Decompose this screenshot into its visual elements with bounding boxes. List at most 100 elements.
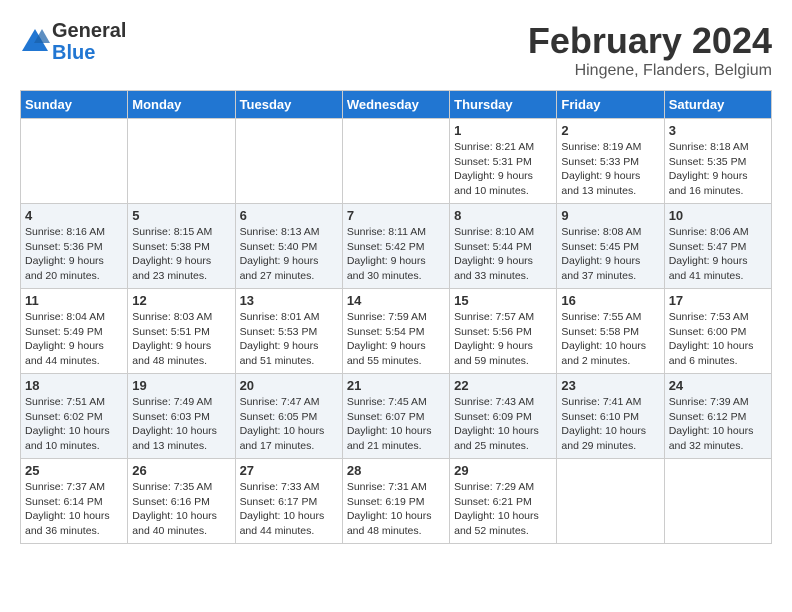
calendar-cell: 20 Sunrise: 7:47 AM Sunset: 6:05 PM Dayli… [235,374,342,459]
day-number: 20 [240,378,338,393]
title-area: February 2024 Hingene, Flanders, Belgium [528,20,772,80]
day-number: 16 [561,293,659,308]
month-title: February 2024 [528,20,772,62]
calendar-cell: 14 Sunrise: 7:59 AM Sunset: 5:54 PM Dayli… [342,289,449,374]
calendar-cell: 10 Sunrise: 8:06 AM Sunset: 5:47 PM Dayli… [664,204,771,289]
calendar-week-row: 11 Sunrise: 8:04 AM Sunset: 5:49 PM Dayli… [21,289,772,374]
calendar-cell: 16 Sunrise: 7:55 AM Sunset: 5:58 PM Dayli… [557,289,664,374]
calendar-week-row: 18Sunrise: 7:51 AM Sunset: 6:02 PM Dayli… [21,374,772,459]
day-number: 24 [669,378,767,393]
day-detail: Sunrise: 8:03 AM Sunset: 5:51 PM Dayligh… [132,310,230,369]
day-number: 18 [25,378,123,393]
calendar-cell [235,119,342,204]
day-number: 26 [132,463,230,478]
calendar-cell: 11 Sunrise: 8:04 AM Sunset: 5:49 PM Dayli… [21,289,128,374]
day-number: 13 [240,293,338,308]
column-header-thursday: Thursday [450,91,557,119]
day-detail: Sunrise: 8:16 AM Sunset: 5:36 PM Dayligh… [25,225,123,284]
day-number: 15 [454,293,552,308]
calendar-week-row: 25Sunrise: 7:37 AM Sunset: 6:14 PM Dayli… [21,459,772,544]
calendar-cell: 13 Sunrise: 8:01 AM Sunset: 5:53 PM Dayli… [235,289,342,374]
day-number: 23 [561,378,659,393]
calendar-cell: 18Sunrise: 7:51 AM Sunset: 6:02 PM Dayli… [21,374,128,459]
day-number: 7 [347,208,445,223]
column-header-wednesday: Wednesday [342,91,449,119]
day-detail: Sunrise: 7:57 AM Sunset: 5:56 PM Dayligh… [454,310,552,369]
calendar-cell: 22Sunrise: 7:43 AM Sunset: 6:09 PM Dayli… [450,374,557,459]
calendar-cell [21,119,128,204]
day-detail: Sunrise: 8:19 AM Sunset: 5:33 PM Dayligh… [561,140,659,199]
day-detail: Sunrise: 8:21 AM Sunset: 5:31 PM Dayligh… [454,140,552,199]
day-number: 5 [132,208,230,223]
calendar-header-row: SundayMondayTuesdayWednesdayThursdayFrid… [21,91,772,119]
day-detail: Sunrise: 7:39 AM Sunset: 6:12 PM Dayligh… [669,395,767,454]
calendar-cell: 23 Sunrise: 7:41 AM Sunset: 6:10 PM Dayli… [557,374,664,459]
logo: General Blue [20,20,126,64]
calendar-cell: 27 Sunrise: 7:33 AM Sunset: 6:17 PM Dayli… [235,459,342,544]
calendar-cell: 26 Sunrise: 7:35 AM Sunset: 6:16 PM Dayli… [128,459,235,544]
calendar-cell [342,119,449,204]
day-number: 6 [240,208,338,223]
calendar-cell [557,459,664,544]
calendar-cell: 3Sunrise: 8:18 AM Sunset: 5:35 PM Daylig… [664,119,771,204]
calendar-cell: 6 Sunrise: 8:13 AM Sunset: 5:40 PM Daylig… [235,204,342,289]
calendar-cell: 28 Sunrise: 7:31 AM Sunset: 6:19 PM Dayli… [342,459,449,544]
day-detail: Sunrise: 7:59 AM Sunset: 5:54 PM Dayligh… [347,310,445,369]
day-number: 10 [669,208,767,223]
day-detail: Sunrise: 7:35 AM Sunset: 6:16 PM Dayligh… [132,480,230,539]
day-detail: Sunrise: 8:06 AM Sunset: 5:47 PM Dayligh… [669,225,767,284]
calendar-cell: 29 Sunrise: 7:29 AM Sunset: 6:21 PM Dayli… [450,459,557,544]
day-number: 19 [132,378,230,393]
calendar-cell: 1 Sunrise: 8:21 AM Sunset: 5:31 PM Daylig… [450,119,557,204]
day-detail: Sunrise: 8:13 AM Sunset: 5:40 PM Dayligh… [240,225,338,284]
day-number: 1 [454,123,552,138]
day-detail: Sunrise: 8:10 AM Sunset: 5:44 PM Dayligh… [454,225,552,284]
day-number: 22 [454,378,552,393]
logo-icon [20,27,50,57]
day-number: 11 [25,293,123,308]
day-number: 12 [132,293,230,308]
logo-general-text: General [52,20,126,42]
calendar-week-row: 4 Sunrise: 8:16 AM Sunset: 5:36 PM Daylig… [21,204,772,289]
calendar-cell: 25Sunrise: 7:37 AM Sunset: 6:14 PM Dayli… [21,459,128,544]
day-number: 27 [240,463,338,478]
day-detail: Sunrise: 8:01 AM Sunset: 5:53 PM Dayligh… [240,310,338,369]
day-detail: Sunrise: 7:47 AM Sunset: 6:05 PM Dayligh… [240,395,338,454]
day-number: 28 [347,463,445,478]
day-detail: Sunrise: 8:15 AM Sunset: 5:38 PM Dayligh… [132,225,230,284]
day-number: 21 [347,378,445,393]
day-detail: Sunrise: 8:11 AM Sunset: 5:42 PM Dayligh… [347,225,445,284]
day-detail: Sunrise: 7:41 AM Sunset: 6:10 PM Dayligh… [561,395,659,454]
day-detail: Sunrise: 7:55 AM Sunset: 5:58 PM Dayligh… [561,310,659,369]
page-header: General Blue February 2024 Hingene, Flan… [20,20,772,80]
calendar-cell: 17Sunrise: 7:53 AM Sunset: 6:00 PM Dayli… [664,289,771,374]
day-number: 29 [454,463,552,478]
day-number: 14 [347,293,445,308]
calendar-cell: 15 Sunrise: 7:57 AM Sunset: 5:56 PM Dayli… [450,289,557,374]
day-number: 4 [25,208,123,223]
calendar-cell: 8Sunrise: 8:10 AM Sunset: 5:44 PM Daylig… [450,204,557,289]
day-number: 17 [669,293,767,308]
column-header-sunday: Sunday [21,91,128,119]
calendar-cell: 4 Sunrise: 8:16 AM Sunset: 5:36 PM Daylig… [21,204,128,289]
day-detail: Sunrise: 7:33 AM Sunset: 6:17 PM Dayligh… [240,480,338,539]
day-number: 9 [561,208,659,223]
calendar-cell: 5 Sunrise: 8:15 AM Sunset: 5:38 PM Daylig… [128,204,235,289]
calendar-cell: 21 Sunrise: 7:45 AM Sunset: 6:07 PM Dayli… [342,374,449,459]
day-detail: Sunrise: 8:18 AM Sunset: 5:35 PM Dayligh… [669,140,767,199]
calendar-cell [128,119,235,204]
column-header-saturday: Saturday [664,91,771,119]
calendar-cell: 19 Sunrise: 7:49 AM Sunset: 6:03 PM Dayli… [128,374,235,459]
day-detail: Sunrise: 8:08 AM Sunset: 5:45 PM Dayligh… [561,225,659,284]
calendar-cell: 9 Sunrise: 8:08 AM Sunset: 5:45 PM Daylig… [557,204,664,289]
calendar-cell: 2Sunrise: 8:19 AM Sunset: 5:33 PM Daylig… [557,119,664,204]
day-detail: Sunrise: 7:31 AM Sunset: 6:19 PM Dayligh… [347,480,445,539]
day-detail: Sunrise: 7:45 AM Sunset: 6:07 PM Dayligh… [347,395,445,454]
calendar-cell: 24 Sunrise: 7:39 AM Sunset: 6:12 PM Dayli… [664,374,771,459]
day-detail: Sunrise: 8:04 AM Sunset: 5:49 PM Dayligh… [25,310,123,369]
day-detail: Sunrise: 7:49 AM Sunset: 6:03 PM Dayligh… [132,395,230,454]
calendar-cell: 12 Sunrise: 8:03 AM Sunset: 5:51 PM Dayli… [128,289,235,374]
day-detail: Sunrise: 7:29 AM Sunset: 6:21 PM Dayligh… [454,480,552,539]
calendar-cell: 7 Sunrise: 8:11 AM Sunset: 5:42 PM Daylig… [342,204,449,289]
location-title: Hingene, Flanders, Belgium [528,62,772,80]
